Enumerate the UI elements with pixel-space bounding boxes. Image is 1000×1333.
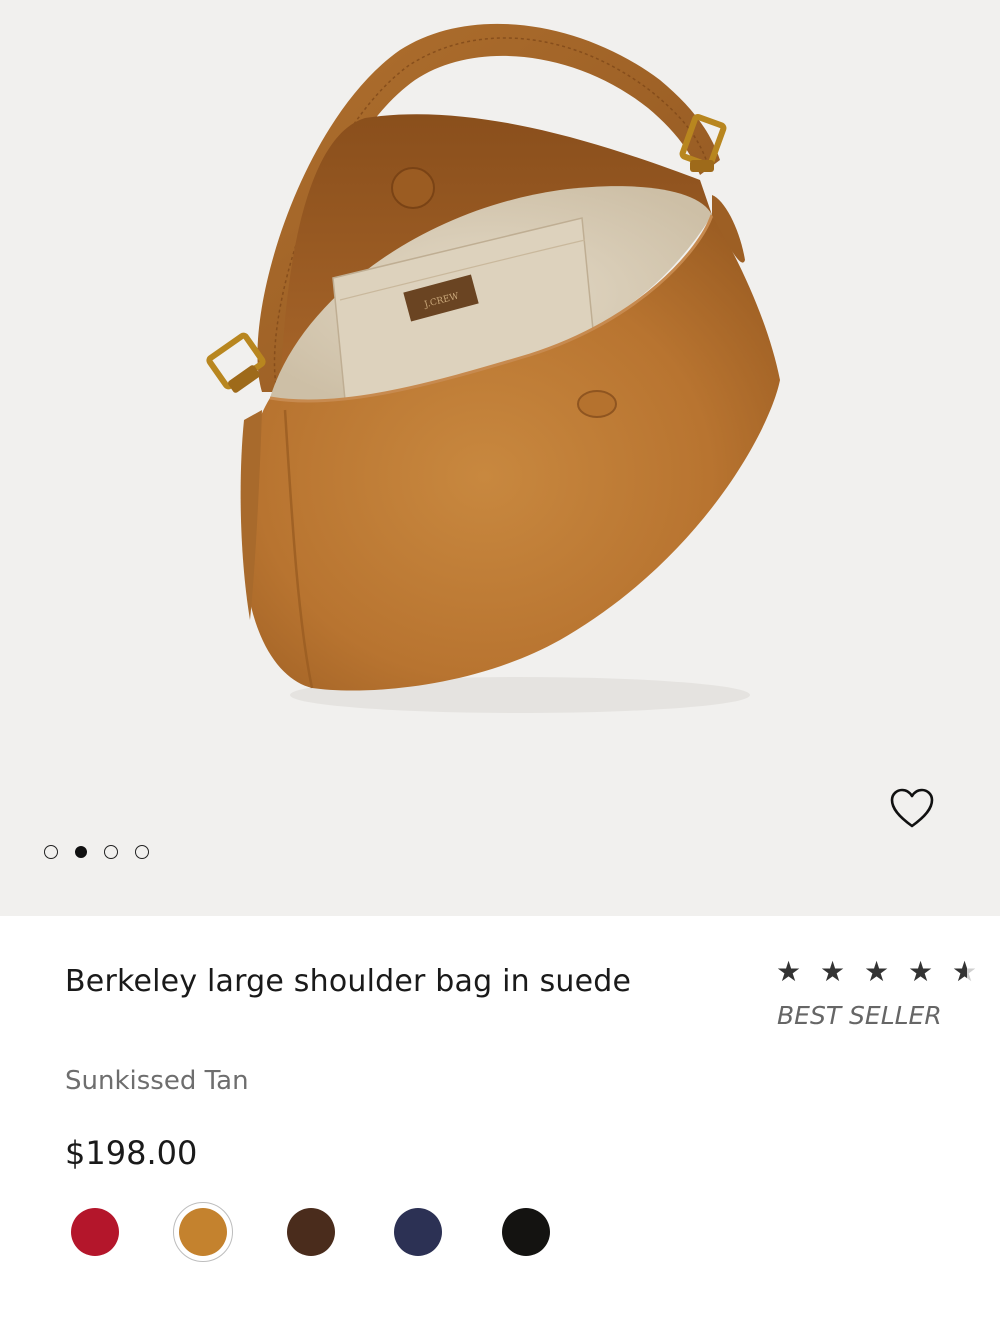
- carousel-dot[interactable]: [75, 846, 87, 858]
- carousel-dot[interactable]: [135, 845, 149, 859]
- color-swatch-black[interactable]: [502, 1208, 550, 1256]
- product-price: $198.00: [65, 1134, 198, 1172]
- carousel-pagination: [44, 845, 149, 861]
- product-title: Berkeley large shoulder bag in suede: [65, 964, 632, 999]
- selected-color-name: Sunkissed Tan: [65, 1066, 249, 1096]
- carousel-dot[interactable]: [104, 845, 118, 859]
- carousel-dot[interactable]: [44, 845, 58, 859]
- color-swatch-navy[interactable]: [394, 1208, 442, 1256]
- product-image-gallery[interactable]: J.CREW: [0, 0, 1000, 916]
- star-rating[interactable]: ★ ★ ★ ★ ★: [776, 955, 977, 991]
- color-swatch-red[interactable]: [71, 1208, 119, 1256]
- color-swatch-brown[interactable]: [287, 1208, 335, 1256]
- heart-outline-icon[interactable]: [888, 786, 936, 832]
- product-image: J.CREW: [206, 23, 781, 713]
- star-icon-full: ★ ★ ★ ★: [776, 955, 939, 988]
- color-swatch-sunkissed-tan[interactable]: [179, 1208, 227, 1256]
- best-seller-badge: BEST SELLER: [777, 1001, 942, 1030]
- product-page: J.CREW Berkeley large shoulder bag in su…: [0, 0, 1000, 1333]
- star-icon-half: ★: [952, 955, 982, 988]
